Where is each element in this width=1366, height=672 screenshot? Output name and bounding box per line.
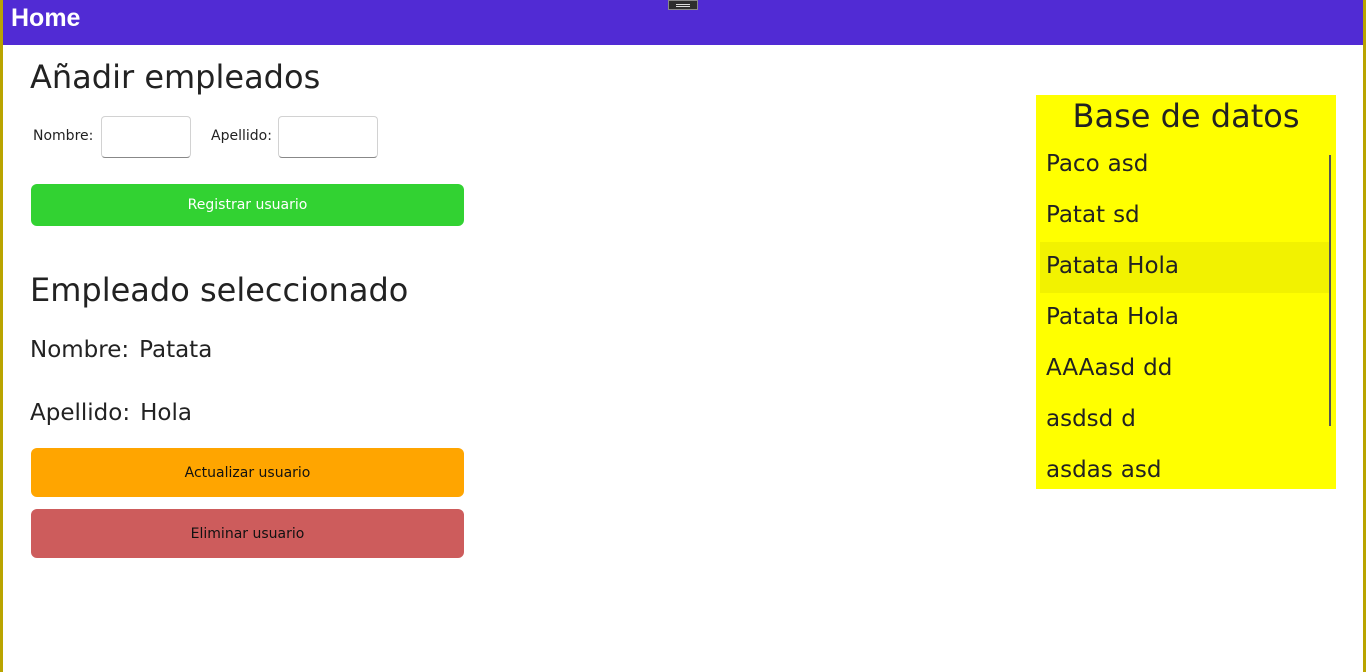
list-item-apellido: dd [1143,355,1173,381]
list-item-apellido: asd [1120,457,1162,483]
list-item[interactable]: Patat sd [1040,191,1330,242]
delete-user-button[interactable]: Eliminar usuario [31,509,464,558]
selected-nombre-label: Nombre: [30,337,130,363]
nombre-input[interactable] [101,116,191,158]
list-item-nombre: Patata [1046,304,1120,330]
nombre-label: Nombre: [33,128,94,144]
update-user-button[interactable]: Actualizar usuario [31,448,464,497]
selected-nombre-value: Patata [139,337,213,363]
add-employees-heading: Añadir empleados [30,58,321,96]
apellido-input[interactable] [278,116,378,158]
database-list[interactable]: Paco asd Patat sd Patata Hola Patata Hola AAAasd… [1040,140,1330,489]
list-item-nombre: asdsd [1046,406,1114,432]
list-item-apellido: d [1121,406,1136,432]
list-item-apellido: Hola [1127,304,1180,330]
list-item[interactable]: asdsd d [1040,395,1330,446]
selected-apellido-value: Hola [140,400,192,426]
list-item[interactable]: AAAasd dd [1040,344,1330,395]
list-item[interactable]: Patata Hola [1040,242,1330,293]
selected-employee-heading: Empleado seleccionado [30,271,409,309]
register-user-button[interactable]: Registrar usuario [31,184,464,226]
selected-apellido-row: Apellido: Hola [30,400,192,426]
apellido-label: Apellido: [211,128,272,144]
database-scrollbar[interactable] [1329,155,1331,426]
list-item-nombre: AAAasd [1046,355,1136,381]
page-title: Home [11,4,81,32]
database-title: Base de datos [1072,97,1300,135]
list-item-nombre: Patata [1046,253,1120,279]
list-item[interactable]: Patata Hola [1040,293,1330,344]
list-item-apellido: asd [1107,151,1149,177]
list-item-nombre: Patat [1046,202,1106,228]
list-item-apellido: sd [1113,202,1140,228]
list-item[interactable]: Paco asd [1040,140,1330,191]
list-item-nombre: Paco [1046,151,1100,177]
selected-apellido-label: Apellido: [30,400,131,426]
list-item-apellido: Hola [1127,253,1180,279]
selected-nombre-row: Nombre: Patata [30,337,212,363]
list-item-nombre: asdas [1046,457,1113,483]
menu-handle-icon[interactable] [668,0,698,10]
database-panel: Base de datos Paco asd Patat sd Patata Hola Pa… [1036,95,1336,489]
list-item[interactable]: asdas asd [1040,446,1330,489]
